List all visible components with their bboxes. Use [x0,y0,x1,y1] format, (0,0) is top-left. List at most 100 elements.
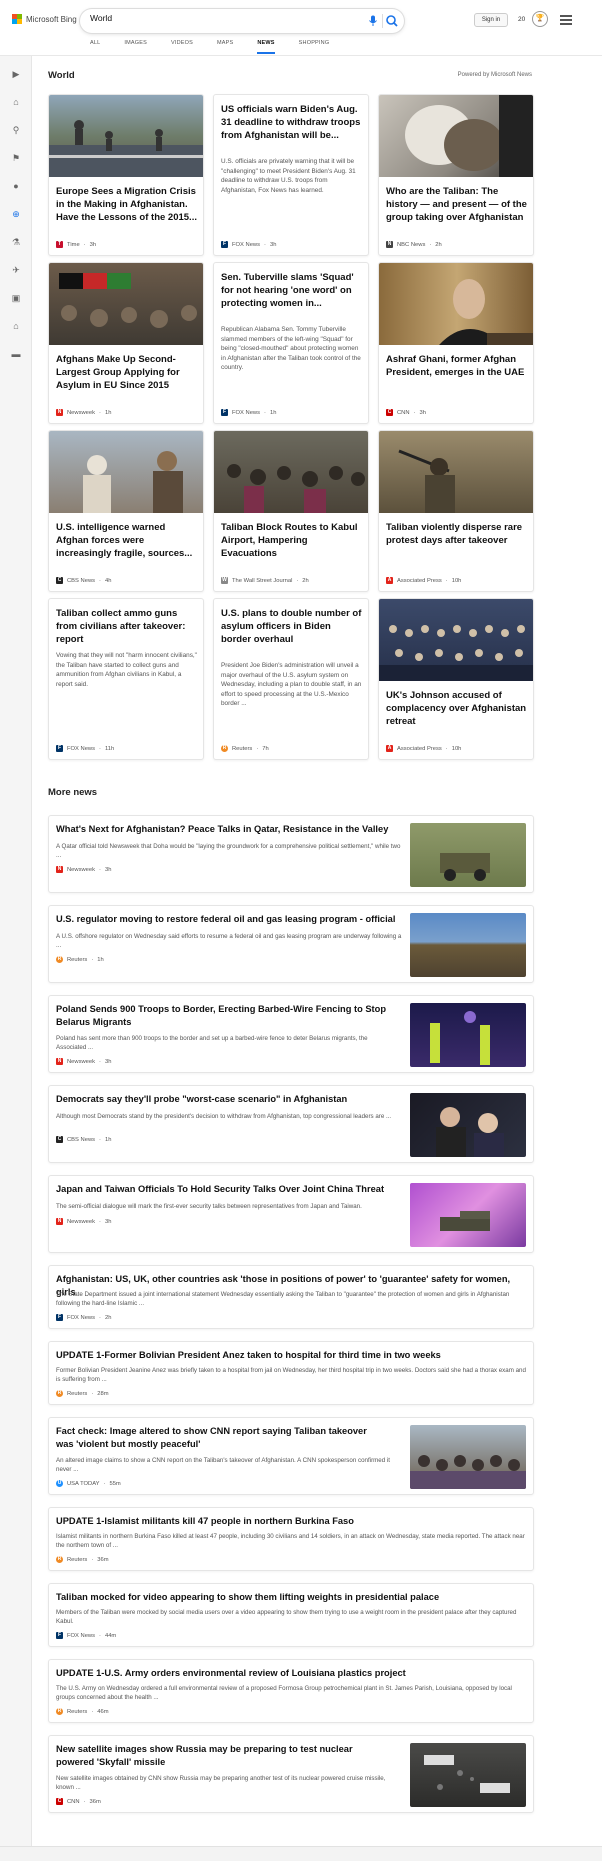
bing-logo[interactable]: Microsoft Bing [12,14,77,24]
rewards-points[interactable]: 20 [518,16,525,23]
page-footer [0,1846,602,1861]
news-title[interactable]: Poland Sends 900 Troops to Border, Erect… [56,1003,386,1028]
news-list-item[interactable]: What's Next for Afghanistan? Peace Talks… [48,815,534,893]
card-title[interactable]: UK's Johnson accused of complacency over… [386,689,528,728]
card-image [379,263,533,345]
card-source: F FOX News · 1h [221,409,277,416]
card-title[interactable]: Europe Sees a Migration Crisis in the Ma… [56,185,198,224]
news-title[interactable]: Taliban mocked for video appearing to sh… [56,1591,526,1604]
source-logo-icon: T [56,241,63,248]
news-snippet: New satellite images obtained by CNN sho… [56,1775,386,1791]
home-icon[interactable]: ⌂ [10,96,22,108]
news-card[interactable]: Europe Sees a Migration Crisis in the Ma… [48,94,204,256]
news-list-item[interactable]: Poland Sends 900 Troops to Border, Erect… [48,995,534,1073]
card-title[interactable]: U.S. plans to double number of asylum of… [221,607,363,646]
news-snippet: A U.S. offshore regulator on Wednesday s… [56,933,402,949]
sign-in-button[interactable]: Sign in [474,13,508,27]
news-list-item[interactable]: Fact check: Image altered to show CNN re… [48,1417,534,1495]
top-header: Microsoft Bing Sign in 20 🏆 ALL IMAGES V… [0,0,602,56]
news-title[interactable]: UPDATE 1-U.S. Army orders environmental … [56,1667,526,1680]
search-divider [382,14,383,28]
news-card[interactable]: UK's Johnson accused of complacency over… [378,598,534,760]
logo-text: Microsoft Bing [26,14,77,24]
news-list-item[interactable]: UPDATE 1-Islamist militants kill 47 peop… [48,1507,534,1571]
news-title[interactable]: Democrats say they'll probe "worst-case … [56,1093,406,1106]
news-card[interactable]: US officials warn Biden's Aug. 31 deadli… [213,94,369,256]
source-logo-icon: W [221,577,228,584]
news-snippet: Former Bolivian President Jeanine Anez w… [56,1367,526,1383]
news-snippet: The State Department issued a joint inte… [56,1291,510,1307]
tab-images[interactable]: IMAGES [124,40,147,54]
card-title[interactable]: Taliban violently disperse rare protest … [386,521,528,547]
card-source: A Associated Press · 10h [386,745,462,752]
card-source: N Newsweek · 1h [56,409,112,416]
search-icon[interactable] [384,14,400,28]
news-card[interactable]: Taliban collect ammo guns from civilians… [48,598,204,760]
tab-news[interactable]: NEWS [257,40,275,54]
tab-videos[interactable]: VIDEOS [171,40,193,54]
search-input[interactable] [90,13,330,23]
globe-icon[interactable]: ⊕ [10,208,22,220]
microphone-icon[interactable] [368,15,378,27]
card-title[interactable]: Who are the Taliban: The history — and p… [386,185,528,224]
news-title[interactable]: Fact check: Image altered to show CNN re… [56,1425,386,1450]
source-logo-icon: R [56,1556,63,1563]
source-logo-icon: R [56,956,63,963]
sports-icon[interactable]: ⚲ [10,124,22,136]
news-card[interactable]: U.S. intelligence warned Afghan forces w… [48,430,204,592]
card-image [49,431,203,513]
tab-all[interactable]: ALL [90,40,100,54]
news-card[interactable]: Ashraf Ghani, former Afghan President, e… [378,262,534,424]
news-title[interactable]: Japan and Taiwan Officials To Hold Secur… [56,1183,406,1196]
card-title[interactable]: Afghans Make Up Second-Largest Group App… [56,353,198,392]
entertainment-icon[interactable]: ▣ [10,292,22,304]
more-news-title: More news [48,787,98,798]
news-list-item[interactable]: UPDATE 1-Former Bolivian President Anez … [48,1341,534,1405]
chevron-right-icon[interactable]: ▶ [10,68,22,80]
news-list-item[interactable]: UPDATE 1-U.S. Army orders environmental … [48,1659,534,1723]
news-source: R Reuters · 1h [56,956,104,963]
money-icon[interactable]: ▬ [10,348,22,360]
news-list-item[interactable]: Taliban mocked for video appearing to sh… [48,1583,534,1647]
source-logo-icon: F [221,409,228,416]
news-list-item[interactable]: U.S. regulator moving to restore federal… [48,905,534,983]
news-title[interactable]: UPDATE 1-Former Bolivian President Anez … [56,1349,526,1362]
rewards-trophy-icon[interactable]: 🏆 [532,11,548,27]
news-card[interactable]: Taliban violently disperse rare protest … [378,430,534,592]
news-list-item[interactable]: Afghanistan: US, UK, other countries ask… [48,1265,534,1329]
card-title[interactable]: Taliban collect ammo guns from civilians… [56,607,198,646]
news-list-item[interactable]: Democrats say they'll probe "worst-case … [48,1085,534,1163]
card-title[interactable]: Ashraf Ghani, former Afghan President, e… [386,353,528,379]
news-card[interactable]: Sen. Tuberville slams 'Squad' for not he… [213,262,369,424]
flag-icon[interactable]: ⚑ [10,152,22,164]
rocket-icon[interactable]: ✈ [10,264,22,276]
news-list-item[interactable]: New satellite images show Russia may be … [48,1735,534,1813]
source-logo-icon: A [386,577,393,584]
news-card[interactable]: U.S. plans to double number of asylum of… [213,598,369,760]
hamburger-menu-icon[interactable] [560,15,572,25]
news-card[interactable]: Who are the Taliban: The history — and p… [378,94,534,256]
news-list-item[interactable]: Japan and Taiwan Officials To Hold Secur… [48,1175,534,1253]
news-title[interactable]: UPDATE 1-Islamist militants kill 47 peop… [56,1515,526,1528]
location-icon[interactable]: ● [10,180,22,192]
tab-shopping[interactable]: SHOPPING [299,40,330,54]
news-title[interactable]: New satellite images show Russia may be … [56,1743,386,1768]
card-title[interactable]: US officials warn Biden's Aug. 31 deadli… [221,103,363,142]
card-title[interactable]: Sen. Tuberville slams 'Squad' for not he… [221,271,363,310]
card-title[interactable]: U.S. intelligence warned Afghan forces w… [56,521,198,560]
science-icon[interactable]: ⚗ [10,236,22,248]
news-card[interactable]: Taliban Block Routes to Kabul Airport, H… [213,430,369,592]
politics-icon[interactable]: ⌂ [10,320,22,332]
search-box[interactable] [80,9,404,33]
news-snippet: The U.S. Army on Wednesday ordered a ful… [56,1685,512,1701]
news-title[interactable]: What's Next for Afghanistan? Peace Talks… [56,823,406,836]
source-logo-icon: C [56,1136,63,1143]
source-logo-icon: F [56,745,63,752]
tab-maps[interactable]: MAPS [217,40,233,54]
news-title[interactable]: U.S. regulator moving to restore federal… [56,913,406,926]
news-thumbnail [410,913,526,977]
news-snippet: Members of the Taliban were mocked by so… [56,1609,517,1625]
card-title[interactable]: Taliban Block Routes to Kabul Airport, H… [221,521,363,560]
card-source: F FOX News · 3h [221,241,277,248]
news-card[interactable]: Afghans Make Up Second-Largest Group App… [48,262,204,424]
